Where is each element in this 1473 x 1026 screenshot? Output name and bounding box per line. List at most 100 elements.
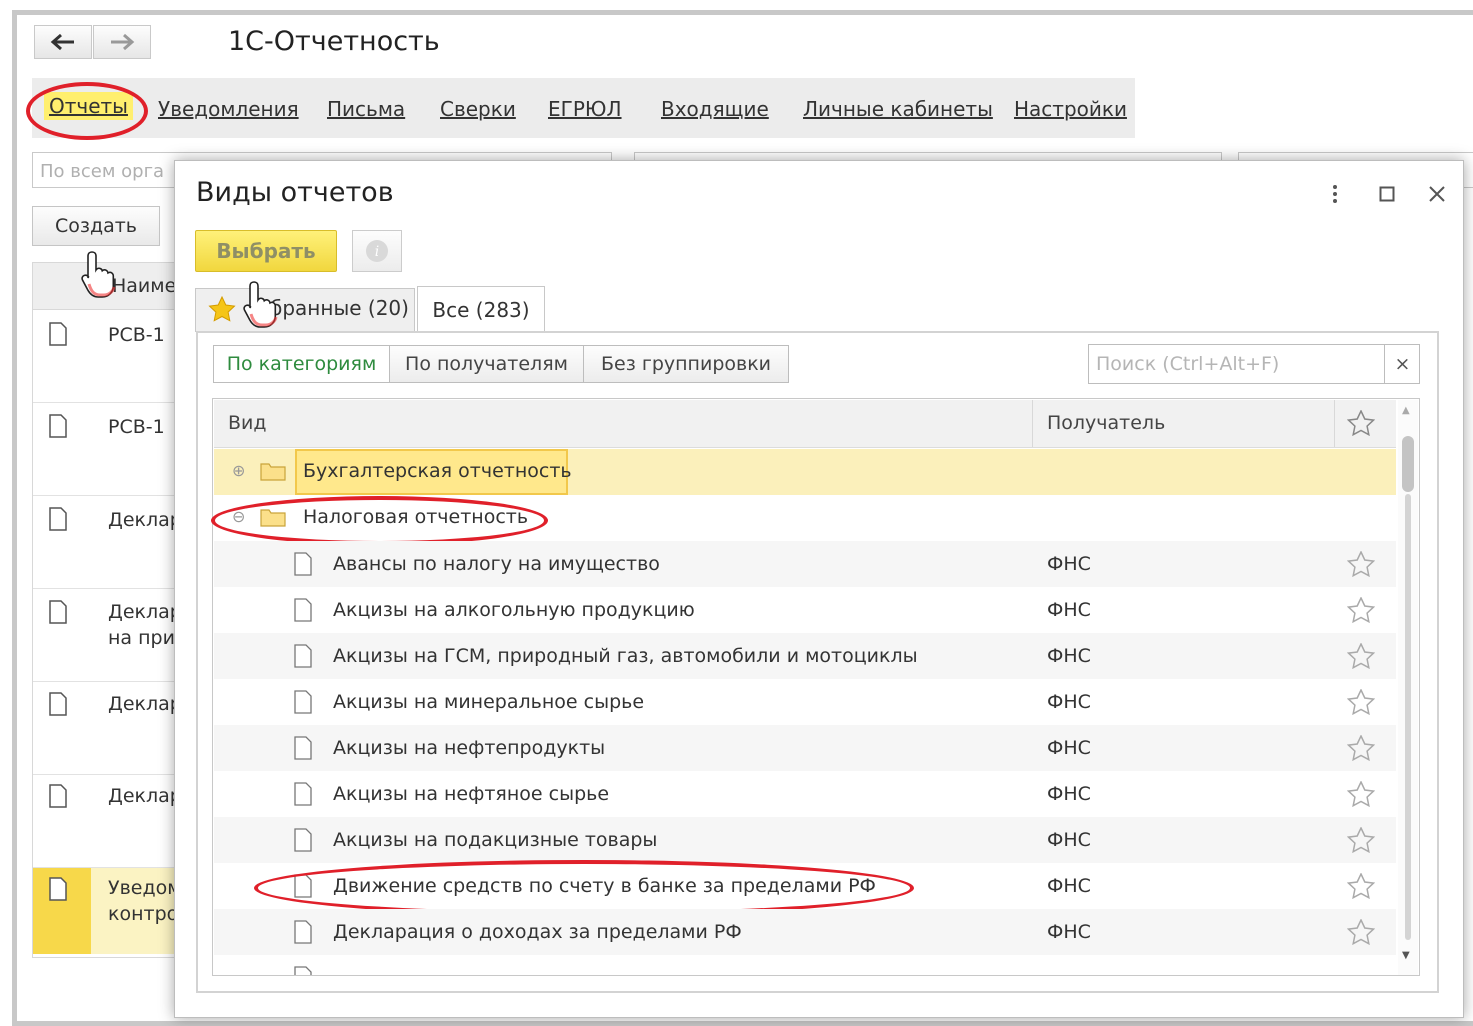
grouping-none[interactable]: Без группировки	[583, 345, 789, 383]
search-placeholder: Поиск (Ctrl+Alt+F)	[1096, 353, 1280, 375]
row-recipient: ФНС	[1047, 737, 1091, 759]
app-title: 1С-Отчетность	[228, 26, 440, 57]
document-icon	[49, 507, 67, 531]
arrow-right-icon	[111, 33, 135, 51]
annotation-circle-reports	[26, 82, 148, 140]
annotation-circle-bank-movement	[254, 860, 914, 916]
row-recipient: ФНС	[1047, 553, 1091, 575]
list-item-title: РСВ-1	[108, 324, 165, 346]
row-kind: Акцизы на нефтепродукты	[333, 737, 606, 759]
row-recipient: ФНС	[1047, 645, 1091, 667]
row-kind: Акцизы на минеральное сырье	[333, 691, 645, 713]
document-icon	[49, 414, 67, 438]
document-icon	[294, 690, 312, 714]
row-kind: Авансы по налогу на имущество	[333, 553, 660, 575]
list-item-title: Деклар	[108, 509, 182, 531]
close-button[interactable]	[1424, 180, 1450, 208]
row-recipient: ФНС	[1047, 829, 1091, 851]
row-kind: Акцизы на нефтяное сырье	[333, 783, 610, 805]
star-outline-icon[interactable]	[1347, 551, 1375, 577]
document-icon	[49, 877, 67, 901]
star-outline-icon[interactable]	[1347, 781, 1375, 807]
hand-cursor-icon	[243, 281, 278, 328]
list-item-title: Деклар	[108, 693, 182, 715]
document-icon	[49, 600, 67, 624]
row-recipient: ФНС	[1047, 875, 1091, 897]
search-clear-button[interactable]: ×	[1384, 345, 1420, 383]
tab-favorites-label: бранные (20)	[270, 296, 409, 320]
expand-plus-icon[interactable]: ⊕	[232, 461, 245, 480]
dialog-title: Виды отчетов	[196, 177, 394, 208]
document-icon	[294, 598, 312, 622]
document-icon	[294, 782, 312, 806]
table-header	[214, 400, 1396, 448]
column-divider	[1334, 400, 1335, 447]
grouping-by-category[interactable]: По категориям	[213, 345, 390, 383]
menu-item-personal-accounts[interactable]: Личные кабинеты	[803, 97, 993, 121]
create-button[interactable]: Создать	[32, 206, 160, 246]
scroll-up-arrow-icon[interactable]: ▲	[1402, 405, 1410, 416]
star-outline-icon[interactable]	[1347, 873, 1375, 899]
column-header-kind[interactable]: Вид	[228, 412, 267, 434]
table-row-partial[interactable]	[214, 955, 1396, 975]
scrollbar-track-line	[1405, 494, 1411, 940]
column-header-recipient[interactable]: Получатель	[1047, 412, 1165, 434]
list-item-title: Деклар на при	[108, 601, 182, 649]
star-outline-icon[interactable]	[1347, 643, 1375, 669]
row-kind: Акцизы на ГСМ, природный газ, автомобили…	[333, 645, 918, 667]
star-outline-icon[interactable]	[1347, 597, 1375, 623]
back-button[interactable]	[34, 25, 92, 59]
more-actions-button[interactable]	[1322, 180, 1348, 208]
scrollbar-thumb[interactable]	[1402, 436, 1414, 492]
list-item-title: Уведом контро	[108, 877, 182, 925]
row-recipient: ФНС	[1047, 599, 1091, 621]
scroll-down-arrow-icon[interactable]: ▼	[1402, 950, 1410, 961]
row-kind: Акцизы на алкогольную продукцию	[333, 599, 695, 621]
maximize-icon	[1379, 186, 1395, 202]
star-outline-icon[interactable]	[1347, 410, 1375, 436]
maximize-button[interactable]	[1374, 180, 1400, 208]
kebab-menu-icon	[1333, 185, 1337, 203]
row-kind: Акцизы на подакцизные товары	[333, 829, 658, 851]
document-icon	[294, 920, 312, 944]
document-icon	[49, 784, 67, 808]
menu-item-reconciliations[interactable]: Сверки	[440, 97, 516, 121]
annotation-circle-tax	[211, 496, 548, 545]
menu-item-egrul[interactable]: ЕГРЮЛ	[548, 97, 622, 121]
column-divider	[1032, 400, 1033, 447]
list-item-title: Деклар	[108, 785, 182, 807]
star-filled-icon	[208, 296, 236, 322]
menu-item-letters[interactable]: Письма	[327, 97, 405, 121]
star-outline-icon[interactable]	[1347, 827, 1375, 853]
document-icon	[294, 966, 312, 975]
star-outline-icon[interactable]	[1347, 735, 1375, 761]
menu-item-settings[interactable]: Настройки	[1014, 97, 1127, 121]
info-button[interactable]: i	[352, 230, 402, 272]
document-icon	[294, 828, 312, 852]
star-outline-icon[interactable]	[1347, 919, 1375, 945]
tab-all[interactable]: Все (283)	[417, 286, 545, 333]
document-icon	[294, 644, 312, 668]
forward-button[interactable]	[93, 25, 151, 59]
row-recipient: ФНС	[1047, 921, 1091, 943]
document-icon	[49, 322, 67, 346]
row-kind: Декларация о доходах за пределами РФ	[333, 921, 742, 943]
document-icon	[294, 552, 312, 576]
menu-item-incoming[interactable]: Входящие	[661, 97, 769, 121]
select-button[interactable]: Выбрать	[195, 230, 337, 272]
menu-item-notifications[interactable]: Уведомления	[158, 97, 299, 121]
document-icon	[49, 692, 67, 716]
organization-filter-placeholder: По всем орга	[40, 161, 165, 182]
document-icon	[294, 736, 312, 760]
row-recipient: ФНС	[1047, 783, 1091, 805]
row-recipient: ФНС	[1047, 691, 1091, 713]
grouping-by-recipient[interactable]: По получателям	[389, 345, 584, 383]
arrow-left-icon	[50, 33, 74, 51]
list-item-title: РСВ-1	[108, 416, 165, 438]
column-header-name: Наиме	[112, 275, 177, 297]
star-outline-icon[interactable]	[1347, 689, 1375, 715]
group-label-accounting: Бухгалтерская отчетность	[303, 460, 572, 482]
info-icon: i	[366, 240, 388, 262]
svg-text:i: i	[375, 244, 379, 260]
close-icon	[1429, 186, 1445, 202]
